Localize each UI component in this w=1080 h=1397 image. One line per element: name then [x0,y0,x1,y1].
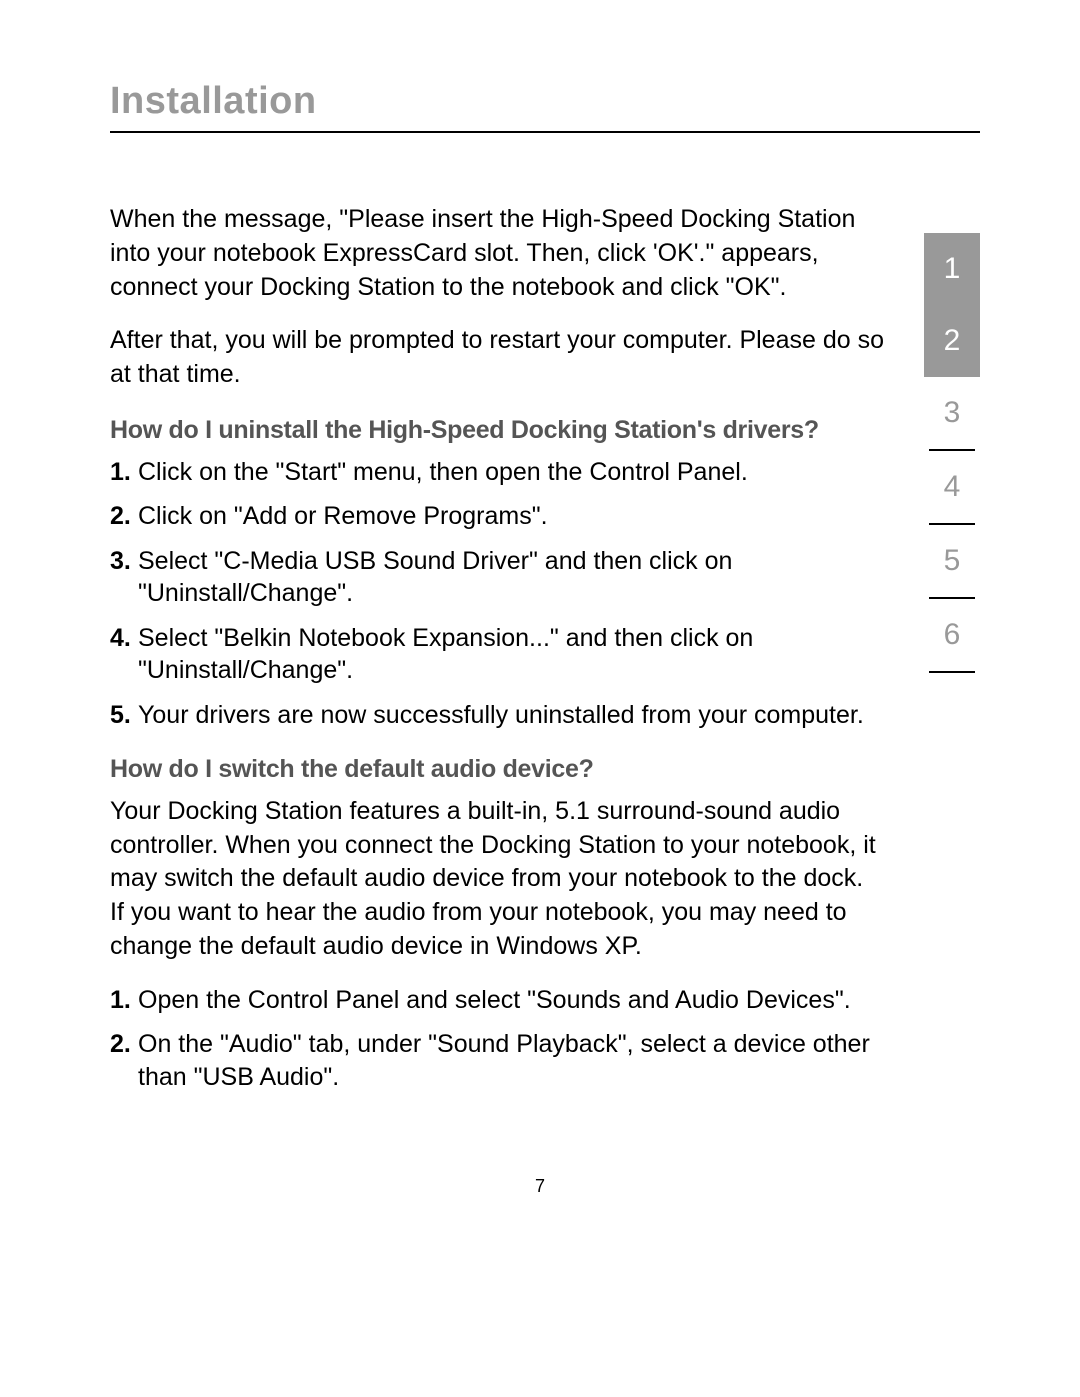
list-text: Select "Belkin Notebook Expansion..." an… [138,622,884,687]
list-text: Open the Control Panel and select "Sound… [138,984,884,1017]
list-item: 5.Your drivers are now successfully unin… [110,699,884,732]
list-item: 2.On the "Audio" tab, under "Sound Playb… [110,1028,884,1093]
list-number: 5. [110,699,138,732]
list-item: 1.Open the Control Panel and select "Sou… [110,984,884,1017]
audio-intro-paragraph: Your Docking Station features a built-in… [110,795,884,964]
nav-item-3[interactable]: 3 [924,377,980,449]
nav-item-4[interactable]: 4 [924,451,980,523]
main-column: When the message, "Please insert the Hig… [110,203,884,1105]
page-title: Installation [110,80,980,123]
list-number: 1. [110,456,138,489]
list-text: Click on the "Start" menu, then open the… [138,456,884,489]
list-text: On the "Audio" tab, under "Sound Playbac… [138,1028,884,1093]
content-area: When the message, "Please insert the Hig… [110,203,980,1105]
list-item: 4.Select "Belkin Notebook Expansion..." … [110,622,884,687]
nav-divider [929,671,975,673]
list-text: Click on "Add or Remove Programs". [138,500,884,533]
list-text: Select "C-Media USB Sound Driver" and th… [138,545,884,610]
nav-item-5[interactable]: 5 [924,525,980,597]
section-heading-audio: How do I switch the default audio device… [110,753,884,787]
nav-item-1[interactable]: 1 [924,233,980,305]
title-divider [110,131,980,133]
nav-item-6[interactable]: 6 [924,599,980,671]
section-heading-uninstall: How do I uninstall the High-Speed Dockin… [110,414,884,448]
list-text: Your drivers are now successfully uninst… [138,699,884,732]
audio-steps-list: 1.Open the Control Panel and select "Sou… [110,984,884,1094]
list-number: 4. [110,622,138,687]
list-number: 2. [110,1028,138,1093]
list-item: 2.Click on "Add or Remove Programs". [110,500,884,533]
list-item: 3.Select "C-Media USB Sound Driver" and … [110,545,884,610]
section-nav: 1 2 3 4 5 6 [924,203,980,1105]
intro-paragraph-2: After that, you will be prompted to rest… [110,324,884,392]
list-number: 2. [110,500,138,533]
nav-item-2[interactable]: 2 [924,305,980,377]
list-item: 1.Click on the "Start" menu, then open t… [110,456,884,489]
list-number: 1. [110,984,138,1017]
list-number: 3. [110,545,138,610]
uninstall-steps-list: 1.Click on the "Start" menu, then open t… [110,456,884,732]
page-number: 7 [535,1176,545,1197]
intro-paragraph-1: When the message, "Please insert the Hig… [110,203,884,304]
